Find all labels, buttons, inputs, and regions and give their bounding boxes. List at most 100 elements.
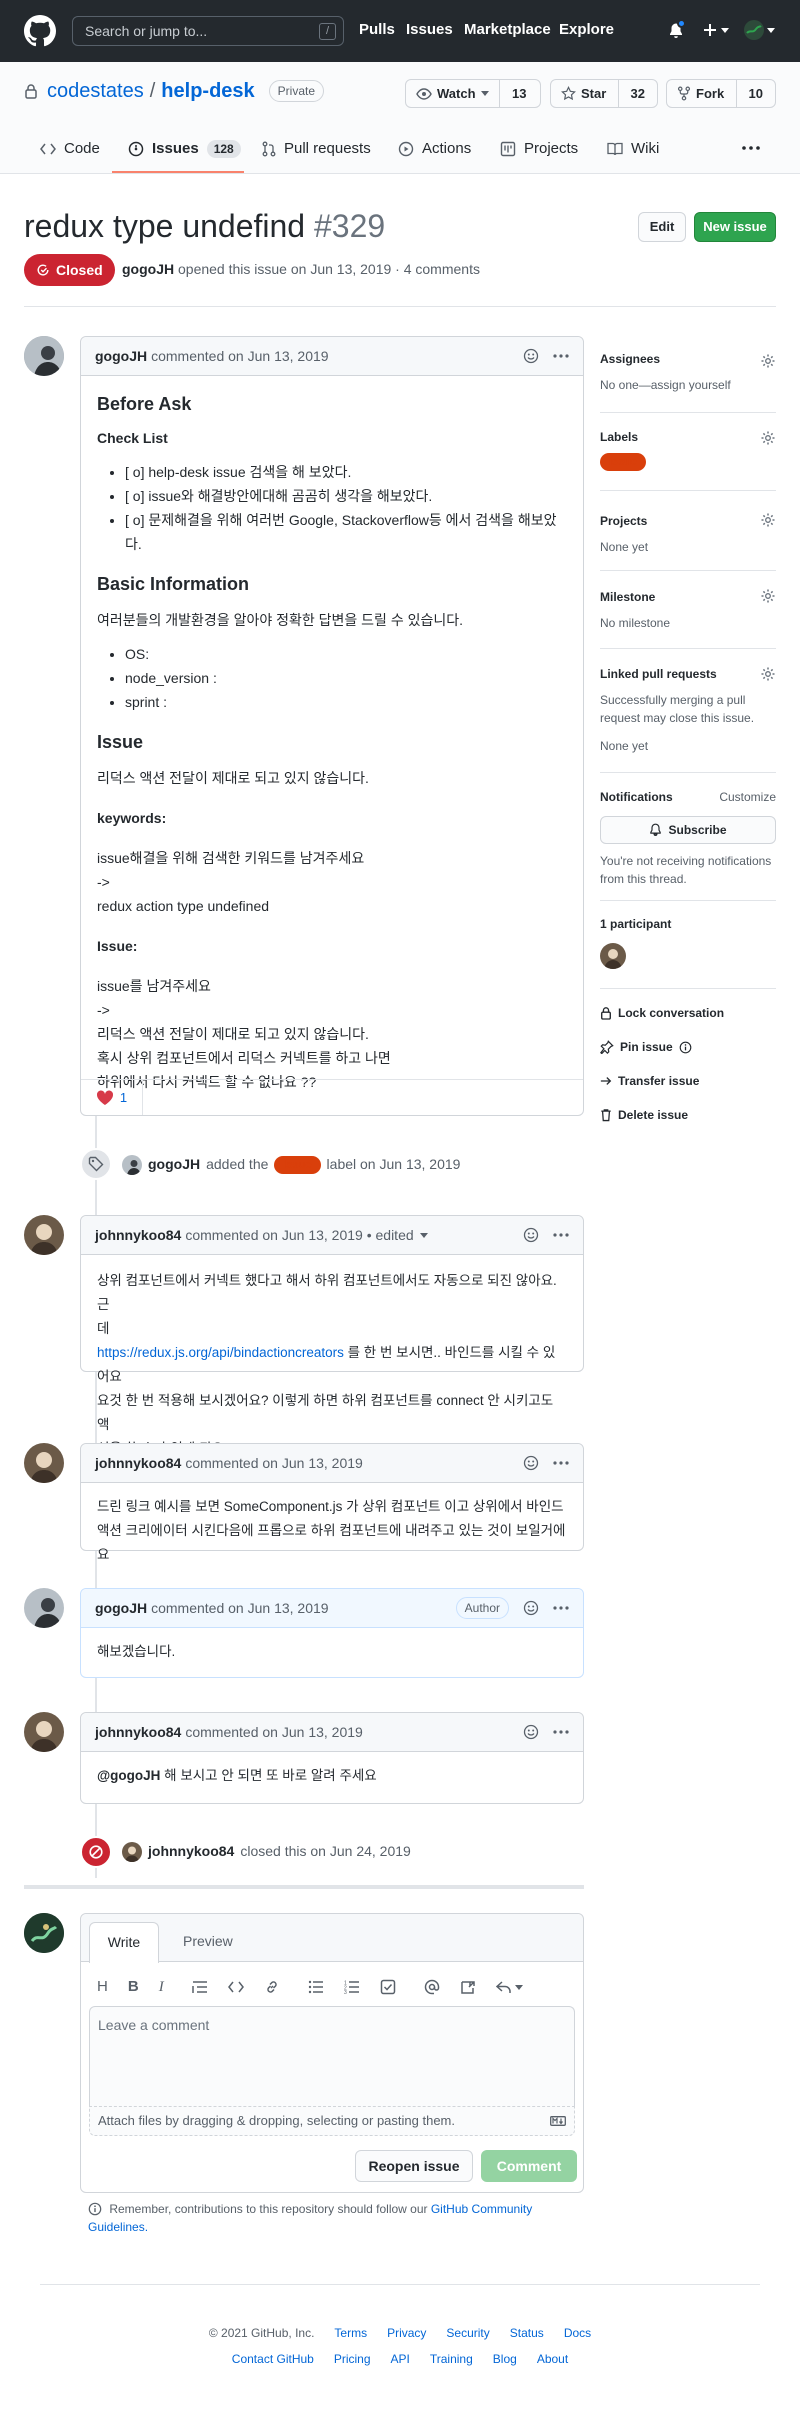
- lock-conversation-button[interactable]: Lock conversation: [600, 1004, 776, 1022]
- kebab-horizontal-icon[interactable]: [553, 1730, 569, 1734]
- tab-write[interactable]: Write: [89, 1922, 159, 1963]
- new-issue-button[interactable]: New issue: [694, 212, 776, 242]
- footer-link-privacy[interactable]: Privacy: [387, 2324, 426, 2342]
- event-actor[interactable]: gogoJH: [148, 1154, 200, 1175]
- customize-link[interactable]: Customize: [719, 788, 776, 806]
- user-mention[interactable]: @gogoJH: [97, 1768, 160, 1783]
- footer-link-docs[interactable]: Docs: [564, 2324, 591, 2342]
- comment-author[interactable]: johnnykoo84: [95, 1453, 181, 1474]
- plus-icon[interactable]: [702, 22, 729, 38]
- cross-reference-icon[interactable]: [460, 1979, 476, 1995]
- gear-icon[interactable]: [760, 430, 776, 446]
- pin-issue-button[interactable]: Pin issue: [600, 1038, 776, 1056]
- footer-link-contact[interactable]: Contact GitHub: [232, 2350, 314, 2368]
- nav-explore[interactable]: Explore: [559, 20, 614, 40]
- avatar[interactable]: [24, 1215, 64, 1255]
- list-unordered-icon[interactable]: [308, 1980, 324, 1994]
- assignees-value[interactable]: No one—assign yourself: [600, 376, 776, 394]
- star-count[interactable]: 32: [619, 84, 657, 104]
- quote-icon[interactable]: [191, 1980, 208, 1994]
- tab-pull-requests[interactable]: Pull requests: [262, 139, 371, 159]
- file-attach-area[interactable]: Attach files by dragging & dropping, sel…: [89, 2106, 575, 2136]
- comment-author[interactable]: gogoJH: [95, 346, 147, 367]
- heart-reaction-button[interactable]: 1: [81, 1080, 143, 1115]
- avatar[interactable]: [122, 1154, 142, 1175]
- bell-icon[interactable]: [668, 19, 686, 40]
- repo-name-link[interactable]: help-desk: [161, 78, 254, 104]
- code-icon[interactable]: [227, 1981, 244, 1993]
- issue-author[interactable]: gogoJH: [122, 261, 174, 277]
- reply-icon[interactable]: [495, 1980, 523, 1994]
- link-icon[interactable]: [264, 1979, 280, 1995]
- comment-author[interactable]: johnnykoo84: [95, 1722, 181, 1743]
- footer-link-security[interactable]: Security: [446, 2324, 489, 2342]
- github-logo-icon[interactable]: [24, 15, 56, 47]
- edit-button[interactable]: Edit: [638, 212, 686, 242]
- comment-button[interactable]: Comment: [481, 2150, 577, 2182]
- smiley-icon[interactable]: [523, 348, 539, 364]
- nav-issues[interactable]: Issues: [406, 20, 453, 40]
- footer-link-terms[interactable]: Terms: [334, 2324, 367, 2342]
- footer-link-api[interactable]: API: [391, 2350, 410, 2368]
- subscribe-button[interactable]: Subscribe: [600, 816, 776, 844]
- footer-link-training[interactable]: Training: [430, 2350, 473, 2368]
- smiley-icon[interactable]: [523, 1724, 539, 1740]
- comment-author[interactable]: gogoJH: [95, 1598, 147, 1619]
- kebab-horizontal-icon[interactable]: [553, 1233, 569, 1237]
- transfer-issue-button[interactable]: Transfer issue: [600, 1072, 776, 1090]
- delete-issue-button[interactable]: Delete issue: [600, 1106, 776, 1124]
- kebab-horizontal-icon[interactable]: [553, 354, 569, 358]
- event-actor[interactable]: johnnykoo84: [148, 1841, 234, 1862]
- avatar[interactable]: [600, 943, 626, 969]
- avatar[interactable]: [24, 1443, 64, 1483]
- tab-wiki[interactable]: Wiki: [607, 139, 659, 159]
- user-avatar-menu[interactable]: [744, 20, 775, 40]
- info-icon[interactable]: [679, 1041, 692, 1054]
- bold-icon[interactable]: B: [128, 1976, 139, 1999]
- avatar[interactable]: [24, 336, 64, 376]
- list-ordered-icon[interactable]: 123: [344, 1980, 360, 1994]
- heading-icon[interactable]: H: [97, 1976, 108, 1999]
- tab-issues[interactable]: Issues 128: [128, 139, 241, 159]
- avatar[interactable]: [24, 1712, 64, 1752]
- community-guidelines-link[interactable]: Guidelines.: [88, 2220, 148, 2234]
- tab-code[interactable]: Code: [40, 139, 100, 159]
- star-button[interactable]: Star 32: [550, 79, 658, 108]
- smiley-icon[interactable]: [523, 1455, 539, 1471]
- gear-icon[interactable]: [760, 588, 776, 604]
- bindactioncreators-link[interactable]: https://redux.js.org/api/bindactioncreat…: [97, 1345, 344, 1360]
- smiley-icon[interactable]: [523, 1227, 539, 1243]
- fork-button[interactable]: Fork 10: [666, 79, 776, 108]
- gear-icon[interactable]: [760, 512, 776, 528]
- community-guidelines-link[interactable]: GitHub Community: [431, 2202, 532, 2216]
- more-tabs-icon[interactable]: [742, 146, 760, 150]
- gear-icon[interactable]: [760, 666, 776, 682]
- chevron-down-icon[interactable]: [419, 1232, 428, 1238]
- tab-projects[interactable]: Projects: [500, 139, 578, 159]
- tab-actions[interactable]: Actions: [398, 139, 471, 159]
- tasklist-icon[interactable]: [380, 1979, 396, 1995]
- search-input[interactable]: Search or jump to... /: [72, 16, 344, 46]
- avatar[interactable]: [122, 1841, 142, 1862]
- reopen-issue-button[interactable]: Reopen issue: [355, 2150, 473, 2182]
- watch-count[interactable]: 13: [500, 84, 538, 104]
- nav-marketplace[interactable]: Marketplace: [464, 20, 551, 40]
- tab-preview[interactable]: Preview: [175, 1922, 241, 1962]
- nav-pulls[interactable]: Pulls: [359, 20, 395, 40]
- comment-author[interactable]: johnnykoo84: [95, 1225, 181, 1246]
- smiley-icon[interactable]: [523, 1600, 539, 1616]
- italic-icon[interactable]: I: [159, 1976, 164, 1999]
- kebab-horizontal-icon[interactable]: [553, 1606, 569, 1610]
- kebab-horizontal-icon[interactable]: [553, 1461, 569, 1465]
- fork-count[interactable]: 10: [737, 84, 775, 104]
- footer-link-about[interactable]: About: [537, 2350, 568, 2368]
- repo-owner-link[interactable]: codestates: [47, 78, 144, 104]
- avatar[interactable]: [24, 1913, 64, 1953]
- issue-label[interactable]: issue: [274, 1155, 321, 1174]
- mention-icon[interactable]: [424, 1979, 440, 1995]
- gear-icon[interactable]: [760, 353, 776, 369]
- footer-link-blog[interactable]: Blog: [493, 2350, 517, 2368]
- footer-link-status[interactable]: Status: [510, 2324, 544, 2342]
- watch-button[interactable]: Watch 13: [405, 79, 541, 108]
- comment-textarea[interactable]: Leave a comment: [89, 2006, 575, 2106]
